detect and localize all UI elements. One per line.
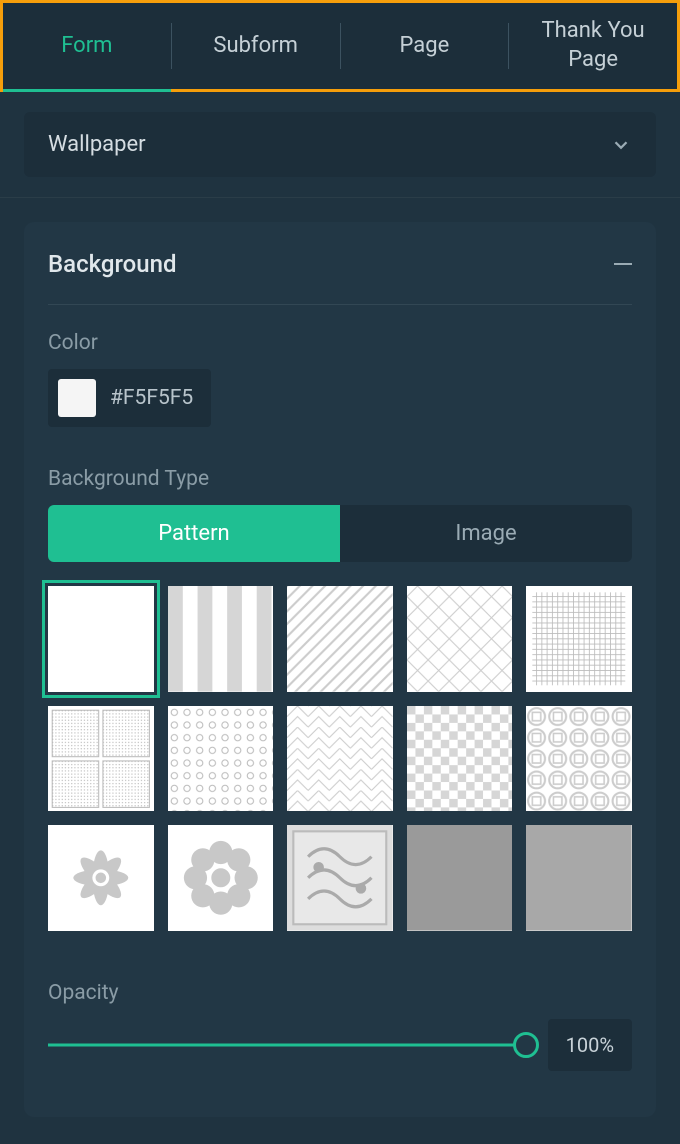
panel-title: Background — [48, 250, 177, 278]
pattern-solid[interactable] — [48, 586, 154, 692]
background-type-label: Background Type — [48, 467, 632, 491]
tab-thank-you-page[interactable]: Thank You Page — [509, 3, 677, 89]
pattern-dots-circles[interactable] — [168, 706, 274, 812]
bg-type-pattern-button[interactable]: Pattern — [48, 505, 340, 562]
collapse-icon[interactable] — [614, 263, 632, 265]
slider-track — [48, 1043, 526, 1046]
wallpaper-dropdown[interactable]: Wallpaper — [24, 112, 656, 177]
pattern-checker[interactable] — [407, 706, 513, 812]
background-panel: Background Color #F5F5F5 Background Type… — [24, 222, 656, 1117]
pattern-stripes-vertical[interactable] — [168, 586, 274, 692]
tab-page[interactable]: Page — [341, 3, 509, 89]
pattern-grid-small[interactable] — [526, 586, 632, 692]
opacity-value[interactable]: 100% — [548, 1019, 632, 1071]
tab-subform[interactable]: Subform — [172, 3, 340, 89]
tab-form[interactable]: Form — [3, 3, 171, 89]
color-swatch — [58, 379, 96, 417]
pattern-texture-gray[interactable] — [526, 825, 632, 931]
slider-thumb[interactable] — [513, 1032, 539, 1058]
divider — [0, 197, 680, 198]
opacity-control: 100% — [48, 1019, 632, 1071]
pattern-flower-round[interactable] — [168, 825, 274, 931]
pattern-herringbone[interactable] — [287, 706, 393, 812]
color-picker[interactable]: #F5F5F5 — [48, 369, 211, 427]
color-value: #F5F5F5 — [110, 386, 193, 410]
color-label: Color — [48, 331, 632, 355]
opacity-label: Opacity — [48, 981, 632, 1005]
pattern-diagonal-lines[interactable] — [287, 586, 393, 692]
pattern-texture-dark[interactable] — [407, 825, 513, 931]
tabs-container: Form Subform Page Thank You Page — [0, 0, 680, 92]
background-type-toggle: Pattern Image — [48, 505, 632, 562]
pattern-flower-sharp[interactable] — [48, 825, 154, 931]
bg-type-image-button[interactable]: Image — [340, 505, 632, 562]
panel-header: Background — [48, 250, 632, 305]
opacity-slider[interactable] — [48, 1032, 526, 1058]
pattern-diamond-lattice[interactable] — [407, 586, 513, 692]
pattern-rings[interactable] — [526, 706, 632, 812]
pattern-grid-quad[interactable] — [48, 706, 154, 812]
pattern-ornate[interactable] — [287, 825, 393, 931]
pattern-grid — [48, 586, 632, 931]
chevron-down-icon — [610, 134, 632, 156]
dropdown-label: Wallpaper — [48, 132, 146, 157]
